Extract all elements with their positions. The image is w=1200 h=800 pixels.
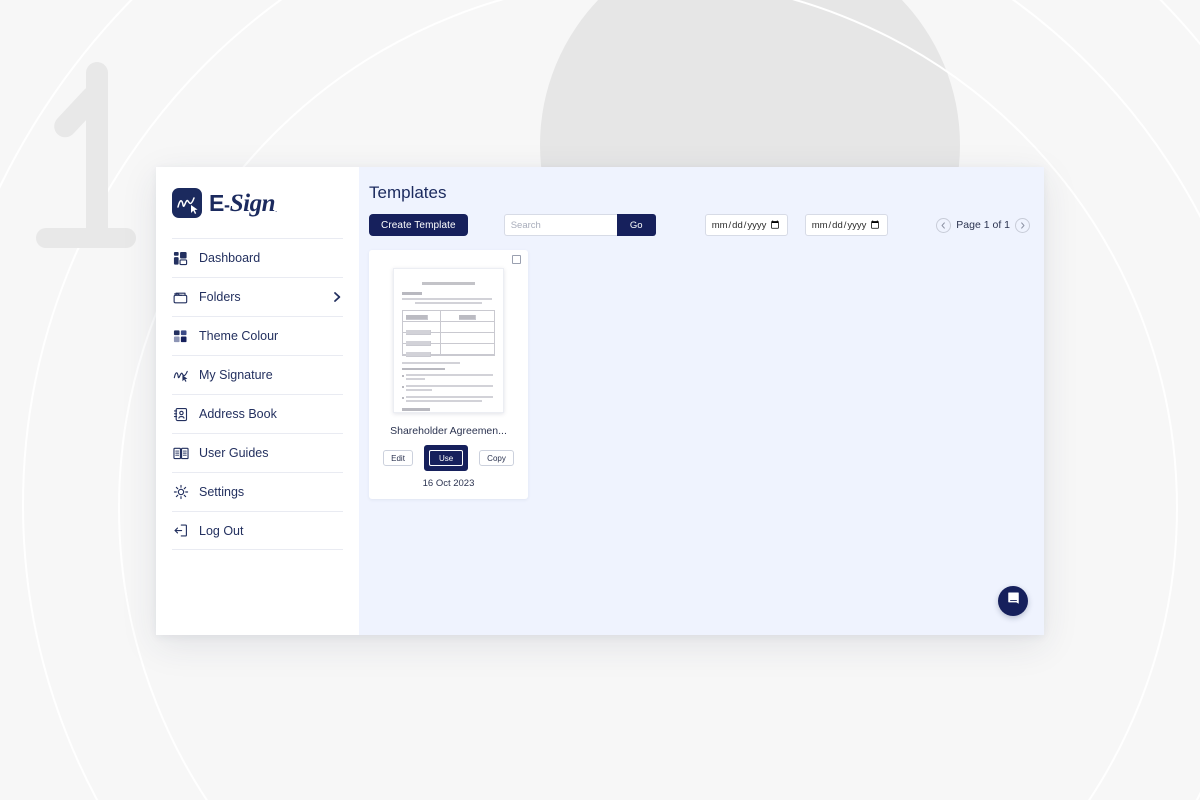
chevron-right-icon[interactable] bbox=[331, 291, 343, 303]
brand-wordmark: E - Sign. bbox=[209, 191, 277, 216]
sidebar-nav: Dashboard Folders Theme Colour My Signat… bbox=[156, 238, 359, 550]
template-use-button[interactable]: Use bbox=[428, 450, 464, 466]
screen: E - Sign. Dashboard Folders Theme Colour… bbox=[0, 0, 1200, 800]
chevron-right-icon[interactable] bbox=[1015, 217, 1030, 233]
sidebar-item-settings[interactable]: Settings bbox=[172, 472, 343, 511]
dashboard-icon bbox=[172, 250, 189, 267]
chat-launcher-icon bbox=[1006, 591, 1021, 611]
main-content: Templates Create Template Go Page 1 of 1 bbox=[359, 167, 1044, 635]
template-use-focus-ring: Use bbox=[423, 445, 469, 471]
pagination-label: Page 1 of 1 bbox=[956, 219, 1010, 231]
sidebar-item-label: Folders bbox=[199, 290, 241, 304]
template-date: 16 Oct 2023 bbox=[422, 478, 475, 489]
date-from-input[interactable] bbox=[704, 214, 788, 236]
sidebar-item-my-signature[interactable]: My Signature bbox=[172, 355, 343, 394]
book-icon bbox=[172, 445, 189, 462]
template-select-checkbox[interactable] bbox=[512, 255, 521, 264]
brand-sign: Sign bbox=[229, 189, 276, 217]
gear-icon bbox=[172, 484, 189, 501]
doc-table bbox=[402, 309, 495, 357]
page-title: Templates bbox=[369, 183, 447, 202]
template-edit-button[interactable]: Edit bbox=[383, 450, 413, 466]
brand-trademark: . bbox=[275, 204, 277, 214]
toolbar: Create Template Go Page 1 of 1 bbox=[369, 214, 1030, 236]
brand-e: E bbox=[209, 189, 225, 216]
chevron-left-icon[interactable] bbox=[936, 217, 952, 233]
sidebar-item-address-book[interactable]: Address Book bbox=[172, 394, 343, 433]
sidebar-item-user-guides[interactable]: User Guides bbox=[172, 433, 343, 472]
app-window: E - Sign. Dashboard Folders Theme Colour… bbox=[156, 167, 1044, 635]
sidebar-item-label: Settings bbox=[199, 485, 245, 499]
folder-icon bbox=[172, 289, 189, 306]
template-copy-button[interactable]: Copy bbox=[479, 450, 514, 466]
template-thumbnail[interactable] bbox=[393, 268, 504, 413]
doc-section-heading bbox=[402, 292, 423, 295]
address-book-icon bbox=[172, 406, 189, 423]
templates-grid: Shareholder Agreemen... Edit Use Copy 16… bbox=[369, 250, 1030, 499]
sidebar-item-label: User Guides bbox=[199, 446, 269, 460]
brand-logo[interactable]: E - Sign. bbox=[156, 167, 359, 238]
search-input[interactable] bbox=[503, 214, 617, 236]
logout-icon bbox=[172, 522, 189, 539]
sidebar-item-theme-colour[interactable]: Theme Colour bbox=[172, 316, 343, 355]
search-group: Go bbox=[503, 214, 656, 236]
signature-mark-icon bbox=[172, 188, 202, 218]
search-go-button[interactable]: Go bbox=[616, 214, 656, 236]
signature-icon bbox=[172, 367, 189, 384]
sidebar-item-label: My Signature bbox=[199, 368, 273, 382]
doc-bullets bbox=[402, 374, 495, 404]
sidebar: E - Sign. Dashboard Folders Theme Colour… bbox=[156, 167, 359, 635]
template-actions: Edit Use Copy bbox=[375, 445, 522, 471]
create-template-button[interactable]: Create Template bbox=[369, 214, 468, 236]
sidebar-item-label: Log Out bbox=[199, 523, 244, 538]
sidebar-item-log-out[interactable]: Log Out bbox=[172, 511, 343, 550]
template-name: Shareholder Agreemen... bbox=[390, 425, 507, 437]
pagination: Page 1 of 1 bbox=[936, 217, 1030, 233]
sidebar-item-folders[interactable]: Folders bbox=[172, 277, 343, 316]
theme-colour-icon bbox=[172, 328, 189, 345]
sidebar-item-dashboard[interactable]: Dashboard bbox=[172, 238, 343, 277]
background-numeral-one bbox=[30, 58, 136, 258]
sidebar-item-label: Theme Colour bbox=[199, 329, 279, 343]
doc-title-bar bbox=[422, 282, 475, 285]
date-to-input[interactable] bbox=[804, 214, 888, 236]
sidebar-item-label: Address Book bbox=[199, 407, 277, 421]
template-card[interactable]: Shareholder Agreemen... Edit Use Copy 16… bbox=[369, 250, 528, 499]
sidebar-item-label: Dashboard bbox=[199, 251, 261, 265]
chat-launcher-button[interactable] bbox=[998, 586, 1028, 616]
